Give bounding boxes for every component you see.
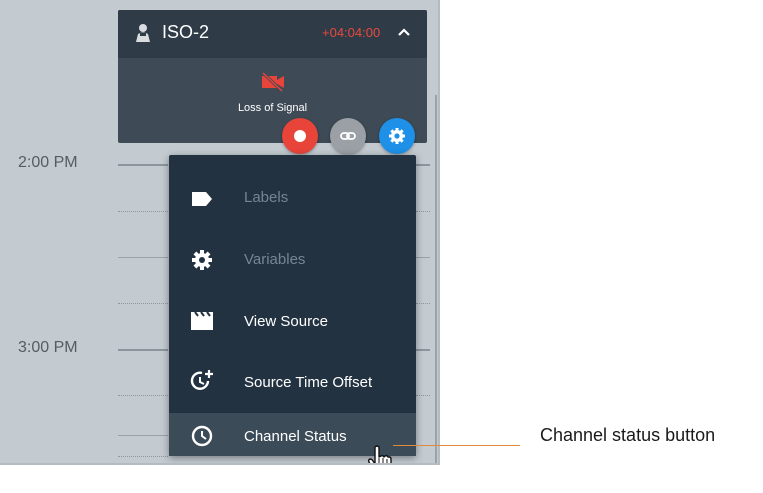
callout-leader-line [393, 445, 520, 446]
timeline-quarter-line [416, 303, 430, 304]
callout-label: Channel status button [540, 425, 716, 445]
timeline-quarter-line [416, 211, 430, 212]
clapperboard-icon [191, 311, 213, 330]
timeline-quarter-line [118, 456, 168, 457]
menu-item-label: View Source [244, 313, 328, 330]
time-label-3pm: 3:00 PM [18, 339, 78, 356]
gear-icon [192, 250, 212, 270]
channel-card-header[interactable]: ISO-2 +04:04:00 [118, 10, 427, 58]
settings-menu: Labels Variables View Source Source Time… [169, 155, 416, 456]
label-tag-icon [192, 192, 212, 206]
timeline-half-line [118, 257, 168, 258]
clock-plus-icon [190, 370, 213, 390]
menu-item-source-time-offset[interactable]: Source Time Offset [169, 352, 416, 413]
clock-icon [191, 425, 213, 447]
timeline-hour-line [416, 349, 430, 351]
menu-item-label: Channel Status [244, 428, 347, 445]
menu-item-label: Labels [244, 189, 289, 206]
timeline-quarter-line [118, 395, 168, 396]
timeline-half-line [416, 257, 430, 258]
channel-title: ISO-2 [162, 22, 210, 42]
gear-icon [389, 128, 405, 144]
video-off-icon [261, 71, 284, 93]
time-label-2pm: 2:00 PM [18, 154, 78, 171]
channel-card[interactable]: ISO-2 +04:04:00 Loss of Signal [118, 10, 427, 143]
menu-item-label: Source Time Offset [244, 374, 373, 391]
menu-item-labels[interactable]: Labels [169, 169, 416, 230]
timeline-quarter-line [118, 211, 168, 212]
record-button[interactable] [282, 118, 318, 154]
timeline-quarter-line [416, 395, 430, 396]
timeline-hour-line [118, 349, 168, 351]
timeline-hour-line [118, 164, 168, 166]
loss-of-signal-label: Loss of Signal [237, 102, 308, 114]
menu-item-variables[interactable]: Variables [169, 230, 416, 291]
link-button[interactable] [330, 118, 366, 154]
scrollbar-track[interactable] [435, 95, 437, 465]
chevron-up-icon[interactable] [397, 27, 411, 37]
time-offset: +04:04:00 [322, 25, 381, 40]
scheduler-panel: 2:00 PM 3:00 PM ISO-2 +04:04:00 Loss of … [0, 0, 440, 465]
hand-pointer-icon [367, 445, 392, 465]
link-icon [340, 132, 356, 140]
timeline-half-line [118, 435, 168, 436]
menu-item-label: Variables [244, 251, 306, 268]
timeline-hour-line [416, 164, 430, 166]
user-icon [136, 24, 150, 42]
menu-item-view-source[interactable]: View Source [169, 291, 416, 352]
settings-button[interactable] [379, 118, 415, 154]
record-icon [294, 130, 306, 142]
timeline-quarter-line [118, 303, 168, 304]
